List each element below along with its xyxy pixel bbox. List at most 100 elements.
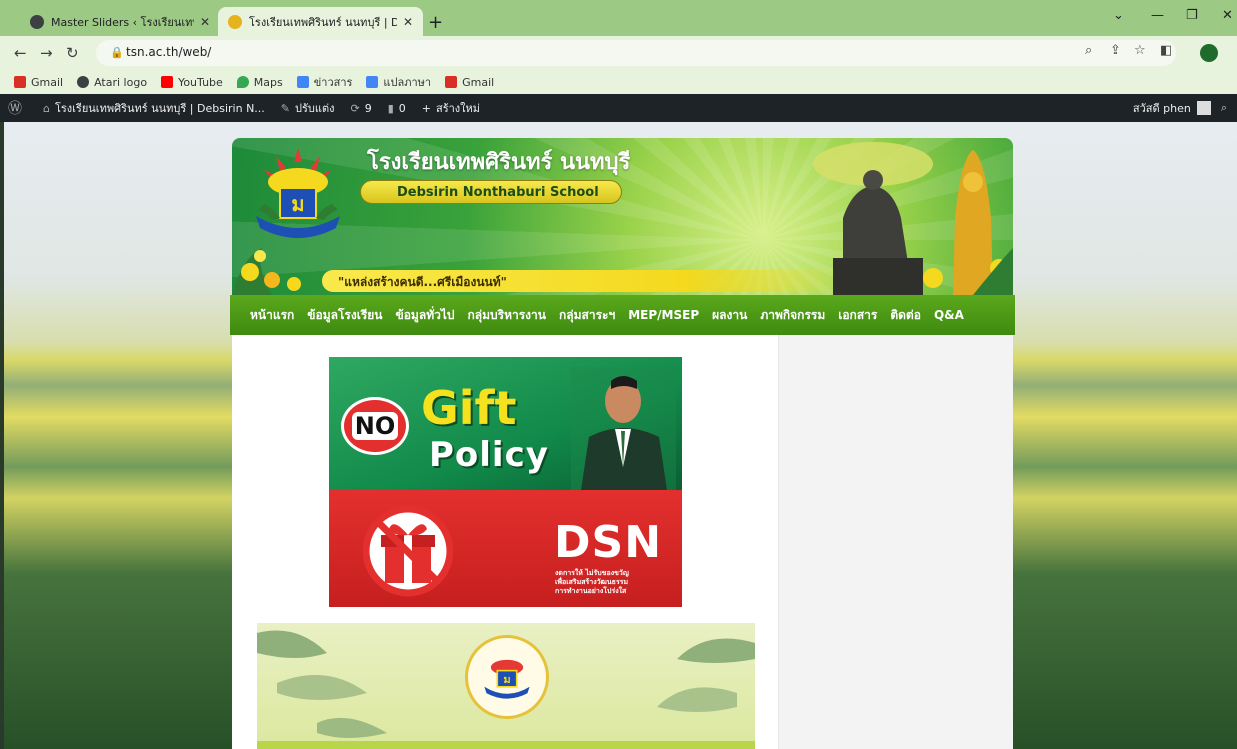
content-area: NO Gift Policy DSN งดการให้ ไม่รับของขวั…: [232, 335, 1013, 749]
url-text: tsn.ac.th/web/: [126, 45, 212, 59]
bookmark-label: แปลภาษา: [383, 76, 432, 89]
comments-count: 0: [398, 101, 406, 115]
wordpress-logo-button[interactable]: Ⓦ: [8, 98, 27, 118]
bookmark-gmail[interactable]: Gmail: [14, 76, 63, 89]
no-badge: NO: [341, 397, 409, 455]
customize-link[interactable]: ✎ ปรับแต่ง: [281, 99, 335, 117]
updates-count: 9: [364, 101, 372, 115]
comment-icon: ▮: [387, 101, 394, 115]
bookmark-maps[interactable]: Maps: [236, 76, 283, 89]
school-logo[interactable]: ม: [246, 144, 350, 244]
minimize-icon[interactable]: —: [1151, 8, 1164, 23]
tab-master-sliders[interactable]: Master Sliders ‹ โรงเรียนเทพศิรินทร์ ✕: [20, 7, 220, 36]
menu-item-home[interactable]: หน้าแรก: [250, 306, 294, 325]
bookmarks-bar: Gmail Atari logo YouTube Maps ข่าวสาร แป…: [0, 70, 1237, 94]
lock-icon[interactable]: 🔒: [110, 46, 124, 59]
comments-link[interactable]: ▮ 0: [388, 102, 406, 115]
menu-item-works[interactable]: ผลงาน: [712, 306, 747, 325]
school-name-thai: โรงเรียนเทพศิรินทร์ นนทบุรี: [367, 150, 631, 175]
slogan-text: "แหล่งสร้างคนดี...ศรีเมืองนนท์": [338, 275, 507, 289]
site-header-banner: ม โรงเรียนเทพศิรินทร์ นนทบุรี Debsirin N…: [232, 138, 1013, 295]
tab-title: Master Sliders ‹ โรงเรียนเทพศิรินทร์: [51, 15, 194, 29]
close-icon[interactable]: ✕: [200, 15, 210, 29]
restore-icon[interactable]: ❐: [1186, 8, 1198, 23]
page-edge: [0, 122, 4, 749]
forward-icon[interactable]: →: [40, 44, 53, 62]
school-announcement-banner[interactable]: ม: [257, 623, 755, 749]
profile-avatar[interactable]: [1200, 44, 1218, 62]
main-nav-menu: หน้าแรก ข้อมูลโรงเรียน ข้อมูลทั่วไป กลุ่…: [230, 295, 1015, 335]
customize-label: ปรับแต่ง: [295, 102, 335, 115]
statue-illustration: [813, 142, 1013, 295]
updates-link[interactable]: ⟳ 9: [351, 102, 372, 115]
director-photo: [571, 367, 676, 490]
policy-text: Policy: [429, 435, 549, 475]
zoom-icon[interactable]: ⌕: [1085, 43, 1092, 58]
school-name-en-box: Debsirin Nonthaburi School: [360, 180, 622, 204]
bookmark-label: Gmail: [462, 75, 495, 89]
new-content-link[interactable]: + สร้างใหม่: [422, 99, 480, 117]
close-icon[interactable]: ✕: [403, 15, 413, 29]
translate-icon: [366, 76, 379, 88]
bookmark-atari-logo[interactable]: Atari logo: [77, 76, 147, 89]
menu-item-mep-msep[interactable]: MEP/MSEP: [628, 308, 699, 322]
wordpress-icon: Ⓦ: [8, 101, 22, 117]
right-sidebar: [778, 335, 1013, 749]
back-icon[interactable]: ←: [14, 44, 27, 62]
gift-box-prohibited-icon: [363, 505, 453, 597]
menu-item-activities[interactable]: ภาพกิจกรรม: [760, 306, 825, 325]
dashboard-icon: ⌂: [43, 101, 50, 115]
new-content-label: สร้างใหม่: [436, 102, 481, 115]
school-logo-small: ม: [484, 659, 530, 699]
maps-icon: [236, 76, 249, 88]
globe-icon: [77, 76, 90, 88]
share-icon[interactable]: ⇪: [1110, 43, 1121, 58]
dsn-subtitle-line: การทำงานอย่างโปร่งใส: [555, 587, 627, 595]
menu-item-documents[interactable]: เอกสาร: [838, 306, 877, 325]
menu-item-admin-groups[interactable]: กลุ่มบริหารงาน: [468, 306, 547, 325]
dsn-subtitle-line: งดการให้ ไม่รับของขวัญ: [555, 569, 629, 577]
tab-search-icon[interactable]: ⌄: [1113, 8, 1124, 23]
side-panel-icon[interactable]: ◧: [1160, 43, 1172, 58]
dsn-subtitle-line: เพื่อเสริมสร้างวัฒนธรรม: [555, 578, 629, 586]
svg-text:ม: ม: [503, 673, 510, 686]
gift-text: Gift: [421, 381, 517, 435]
flower-decoration: [232, 248, 301, 295]
site-name-link[interactable]: ⌂ โรงเรียนเทพศิรินทร์ นนทบุรี | Debsirin…: [43, 99, 265, 117]
menu-item-school-info[interactable]: ข้อมูลโรงเรียน: [307, 306, 382, 325]
dsn-text: DSN: [554, 517, 663, 568]
bookmark-gmail-2[interactable]: Gmail: [445, 76, 494, 89]
bookmark-news[interactable]: ข่าวสาร: [296, 73, 352, 91]
bookmark-translate[interactable]: แปลภาษา: [366, 73, 431, 91]
bookmark-label: Atari logo: [94, 75, 148, 89]
new-tab-button[interactable]: +: [428, 12, 443, 33]
tab-title: โรงเรียนเทพศิรินทร์ นนทบุรี | Debsirin: [249, 15, 397, 29]
wp-admin-bar: Ⓦ ⌂ โรงเรียนเทพศิรินทร์ นนทบุรี | Debsir…: [0, 94, 1237, 122]
address-bar[interactable]: 🔒 tsn.ac.th/web/: [96, 40, 1176, 66]
no-gift-policy-poster[interactable]: NO Gift Policy DSN งดการให้ ไม่รับของขวั…: [329, 357, 682, 607]
updates-icon: ⟳: [350, 101, 360, 115]
menu-item-subject-groups[interactable]: กลุ่มสาระฯ: [559, 306, 615, 325]
user-avatar[interactable]: [1196, 101, 1211, 115]
menu-item-qa[interactable]: Q&A: [934, 308, 964, 322]
bookmark-label: YouTube: [178, 75, 223, 89]
plus-icon: +: [421, 101, 431, 115]
reload-icon[interactable]: ↻: [66, 44, 79, 62]
bookmark-star-icon[interactable]: ☆: [1134, 43, 1146, 58]
search-icon[interactable]: ⌕: [1221, 101, 1227, 115]
site-name-label: โรงเรียนเทพศิรินทร์ นนทบุรี | Debsirin N…: [54, 102, 265, 115]
tab-debsirin[interactable]: โรงเรียนเทพศิรินทร์ นนทบุรี | Debsirin ✕: [218, 7, 423, 36]
greeting-text[interactable]: สวัสดี phen: [1133, 99, 1191, 117]
menu-item-contact[interactable]: ติดต่อ: [890, 306, 921, 325]
menu-item-general-info[interactable]: ข้อมูลทั่วไป: [396, 306, 455, 325]
gmail-icon: [14, 76, 26, 88]
close-window-icon[interactable]: ✕: [1222, 8, 1233, 23]
svg-text:ม: ม: [291, 192, 304, 216]
bookmark-youtube[interactable]: YouTube: [161, 76, 223, 89]
main-column: NO Gift Policy DSN งดการให้ ไม่รับของขวั…: [232, 335, 778, 749]
gmail-icon: [445, 76, 458, 88]
slogan-box: "แหล่งสร้างคนดี...ศรีเมืองนนท์": [322, 270, 842, 292]
banner-stripe: [257, 741, 755, 749]
school-logo-icon: [228, 14, 242, 29]
dsn-subtitle: งดการให้ ไม่รับของขวัญ เพื่อเสริมสร้างวั…: [555, 569, 629, 596]
